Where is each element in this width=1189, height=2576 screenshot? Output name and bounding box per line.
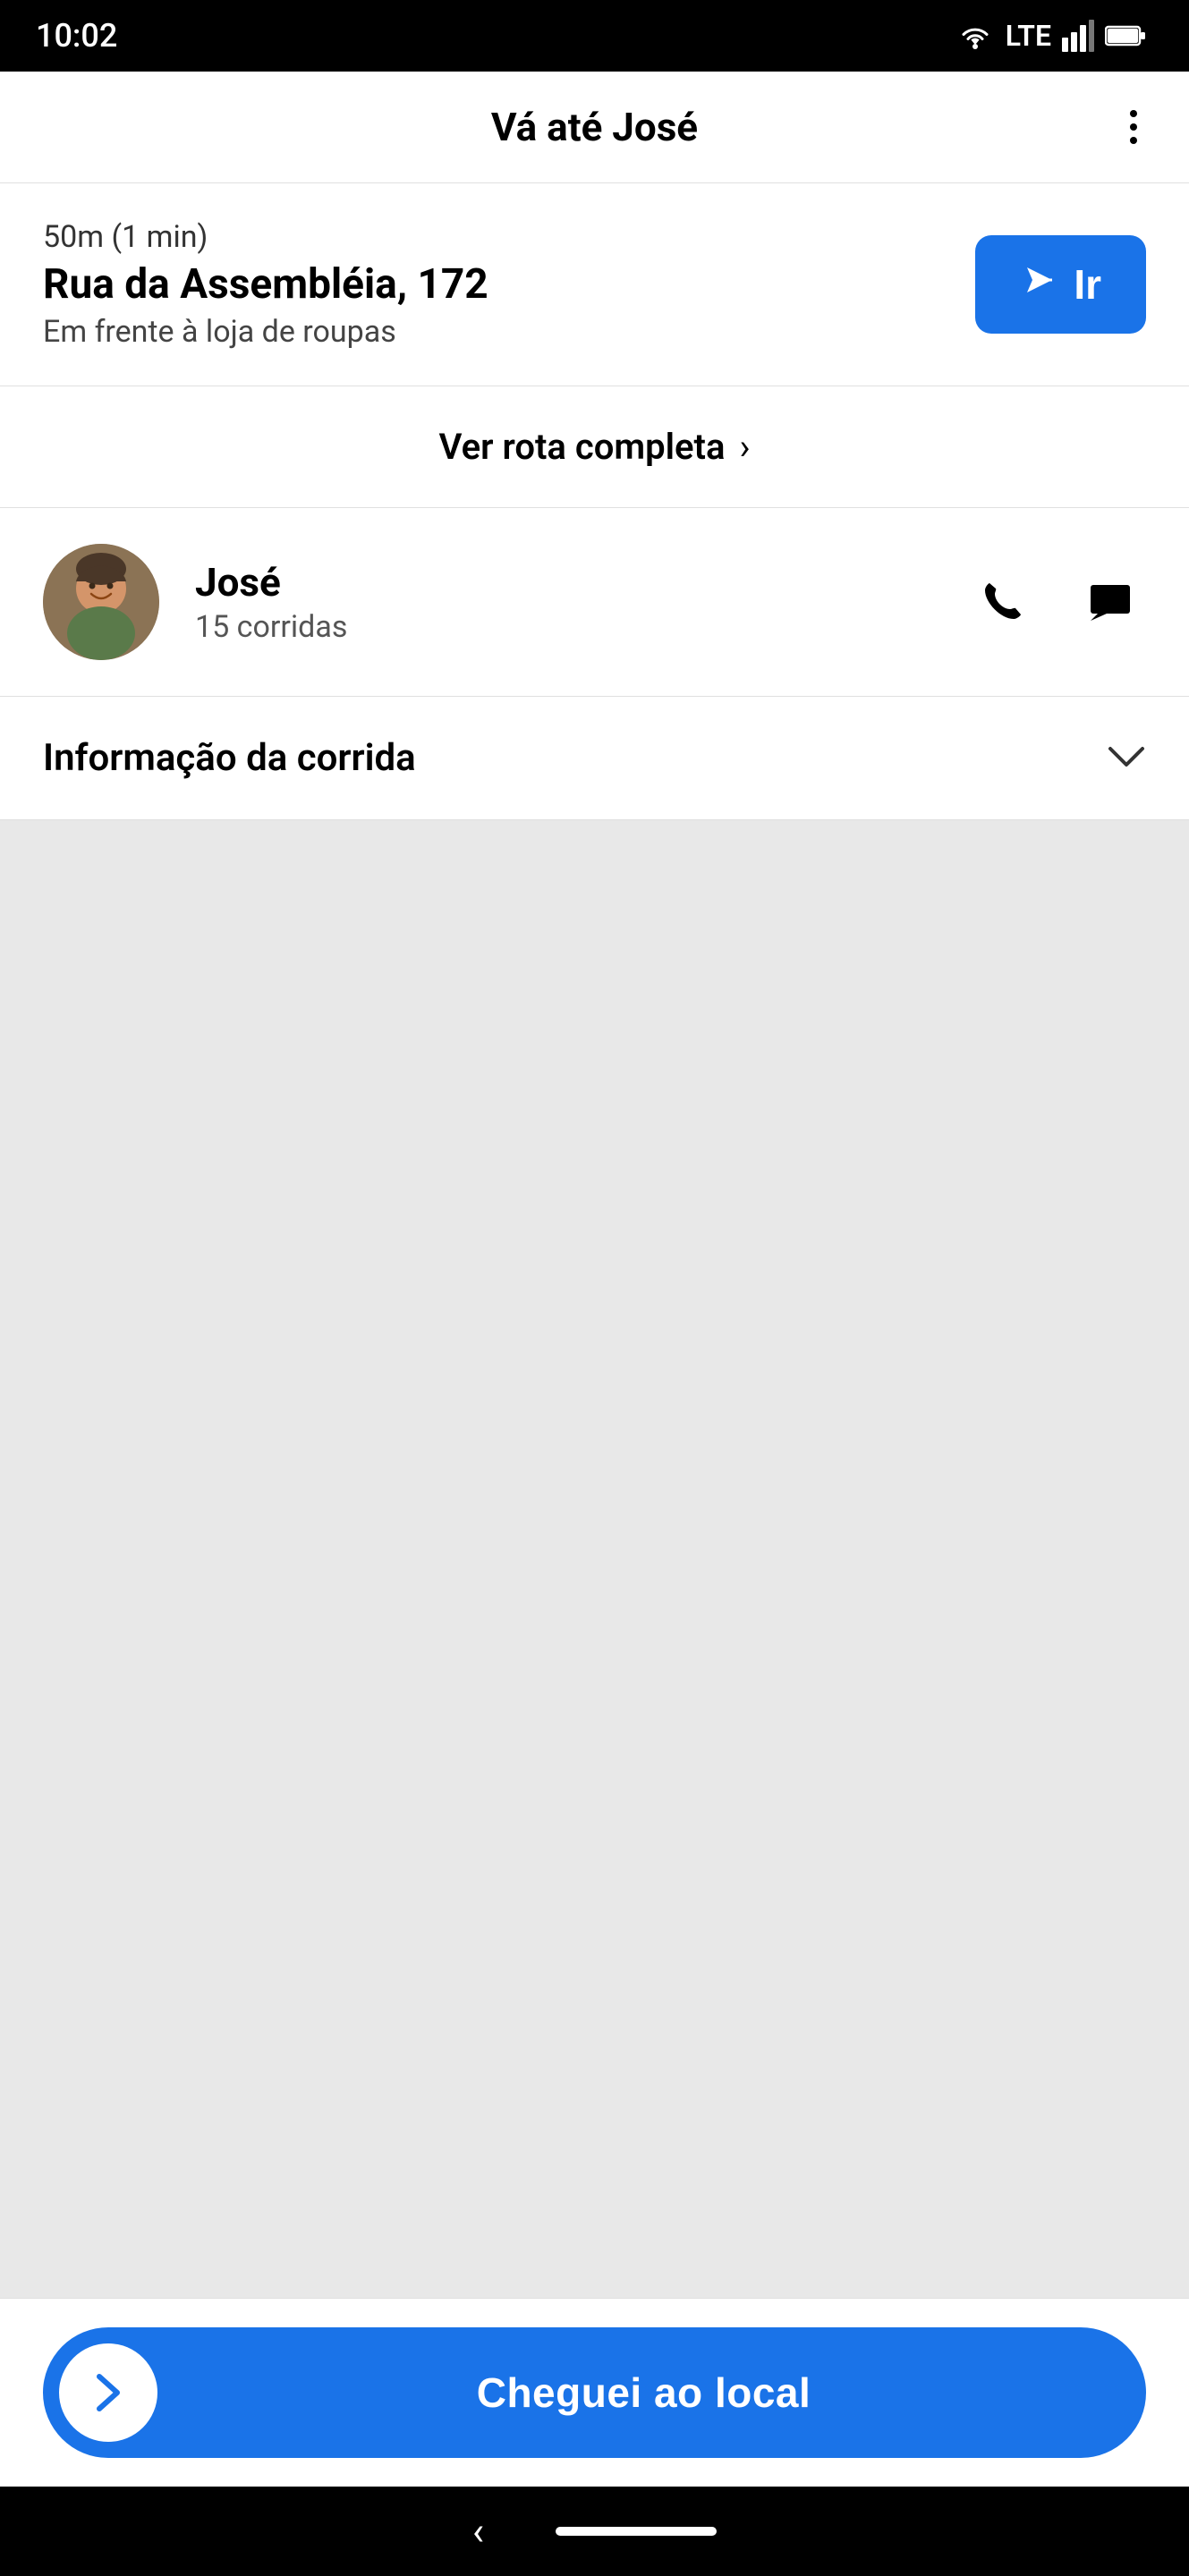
nav-distance-time: 50m (1 min) — [43, 219, 939, 255]
driver-actions — [967, 565, 1146, 640]
arrived-button[interactable]: Cheguei ao local — [43, 2327, 1146, 2458]
driver-details: José 15 corridas — [195, 559, 931, 645]
status-bar: 10:02 LTE — [0, 0, 1189, 72]
go-button-label: Ir — [1074, 260, 1101, 309]
map-area — [0, 820, 1189, 2298]
call-button[interactable] — [967, 565, 1039, 640]
signal-icon — [1062, 20, 1094, 52]
route-link-arrow: › — [739, 426, 750, 468]
route-link[interactable]: Ver rota completa › — [0, 386, 1189, 508]
nav-details: 50m (1 min) Rua da Assembléia, 172 Em fr… — [43, 219, 939, 350]
go-button[interactable]: Ir — [975, 235, 1146, 334]
header: Vá até José — [0, 72, 1189, 183]
route-link-text: Ver rota completa — [439, 426, 726, 468]
message-icon — [1083, 574, 1137, 628]
arrived-button-text: Cheguei ao local — [157, 2368, 1130, 2417]
lte-label: LTE — [1006, 19, 1051, 53]
driver-rides: 15 corridas — [195, 609, 931, 645]
app-container: Vá até José 50m (1 min) Rua da Assembléi… — [0, 72, 1189, 2487]
nav-bar: ‹ — [0, 2487, 1189, 2576]
driver-info: José 15 corridas — [0, 508, 1189, 697]
chevron-down-icon — [1107, 737, 1146, 779]
header-title: Vá até José — [491, 104, 698, 150]
status-time: 10:02 — [36, 17, 117, 55]
nav-address: Rua da Assembléia, 172 — [43, 260, 939, 309]
navigation-icon — [1020, 260, 1059, 309]
menu-button[interactable] — [1121, 101, 1146, 153]
navigation-info: 50m (1 min) Rua da Assembléia, 172 Em fr… — [0, 183, 1189, 386]
driver-avatar — [43, 544, 159, 660]
driver-name: José — [195, 559, 931, 606]
ride-info-label: Informação da corrida — [43, 736, 416, 780]
wifi-icon — [955, 20, 995, 52]
nav-hint: Em frente à loja de roupas — [43, 314, 939, 350]
home-indicator — [556, 2527, 717, 2536]
ride-info-accordion[interactable]: Informação da corrida — [0, 697, 1189, 820]
message-button[interactable] — [1074, 565, 1146, 640]
chevron-right-icon — [81, 2366, 135, 2419]
phone-icon — [976, 574, 1030, 628]
back-button[interactable]: ‹ — [472, 2508, 484, 2555]
arrived-button-circle — [59, 2343, 157, 2442]
status-icons: LTE — [955, 19, 1146, 53]
bottom-cta: Cheguei ao local — [0, 2298, 1189, 2487]
battery-icon — [1105, 24, 1146, 47]
